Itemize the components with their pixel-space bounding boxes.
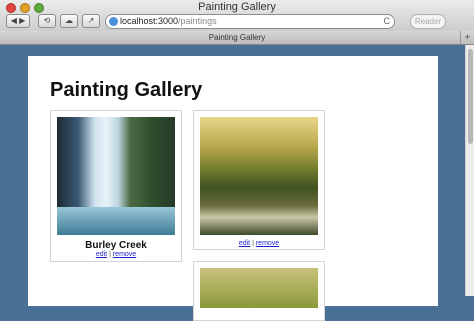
history-icon: ⟲ [43,16,51,25]
remove-link[interactable]: remove [113,251,136,258]
remove-link[interactable]: remove [256,240,279,247]
share-button[interactable]: ↗ [82,14,100,28]
history-button[interactable]: ⟲ [38,14,56,28]
vertical-scrollbar[interactable] [465,45,474,296]
cloud-icon: ☁ [65,16,73,25]
edit-link[interactable]: edit [239,240,250,247]
page-title: Painting Gallery [50,79,203,101]
painting-image[interactable] [57,117,175,235]
tab-bar: Painting Gallery + [0,31,474,45]
new-tab-button[interactable]: + [460,31,474,44]
tab-painting-gallery[interactable]: Painting Gallery [0,33,474,42]
waterfall-pool [57,207,175,235]
painting-name: Burley Creek [85,240,147,251]
page-content: Painting Gallery Burley Creek edit | rem… [28,56,438,321]
edit-link[interactable]: edit [96,251,107,258]
address-bar[interactable]: localhost:3000/paintings C [105,14,395,29]
link-separator: | [109,251,111,258]
reader-button[interactable]: Reader [410,14,446,29]
painting-card [193,261,325,321]
painting-actions: edit | remove [194,240,324,247]
back-forward-button[interactable]: ◀ ▶ [6,14,30,28]
painting-card: Burley Creek edit | remove [50,110,182,262]
painting-image[interactable] [200,268,318,308]
address-host: localhost:3000 [120,16,179,26]
painting-card: edit | remove [193,110,325,250]
painting-actions: edit | remove [51,251,181,258]
link-separator: | [252,240,254,247]
window-title: Painting Gallery [198,1,276,13]
icloud-button[interactable]: ☁ [60,14,78,28]
reload-icon[interactable]: C [384,15,391,28]
share-icon: ↗ [87,16,95,25]
scrollbar-thumb[interactable] [468,49,473,144]
address-path: /paintings [178,16,217,26]
browser-viewport: Painting Gallery Burley Creek edit | rem… [0,45,474,321]
painting-image[interactable] [200,117,318,235]
globe-icon [109,17,118,26]
